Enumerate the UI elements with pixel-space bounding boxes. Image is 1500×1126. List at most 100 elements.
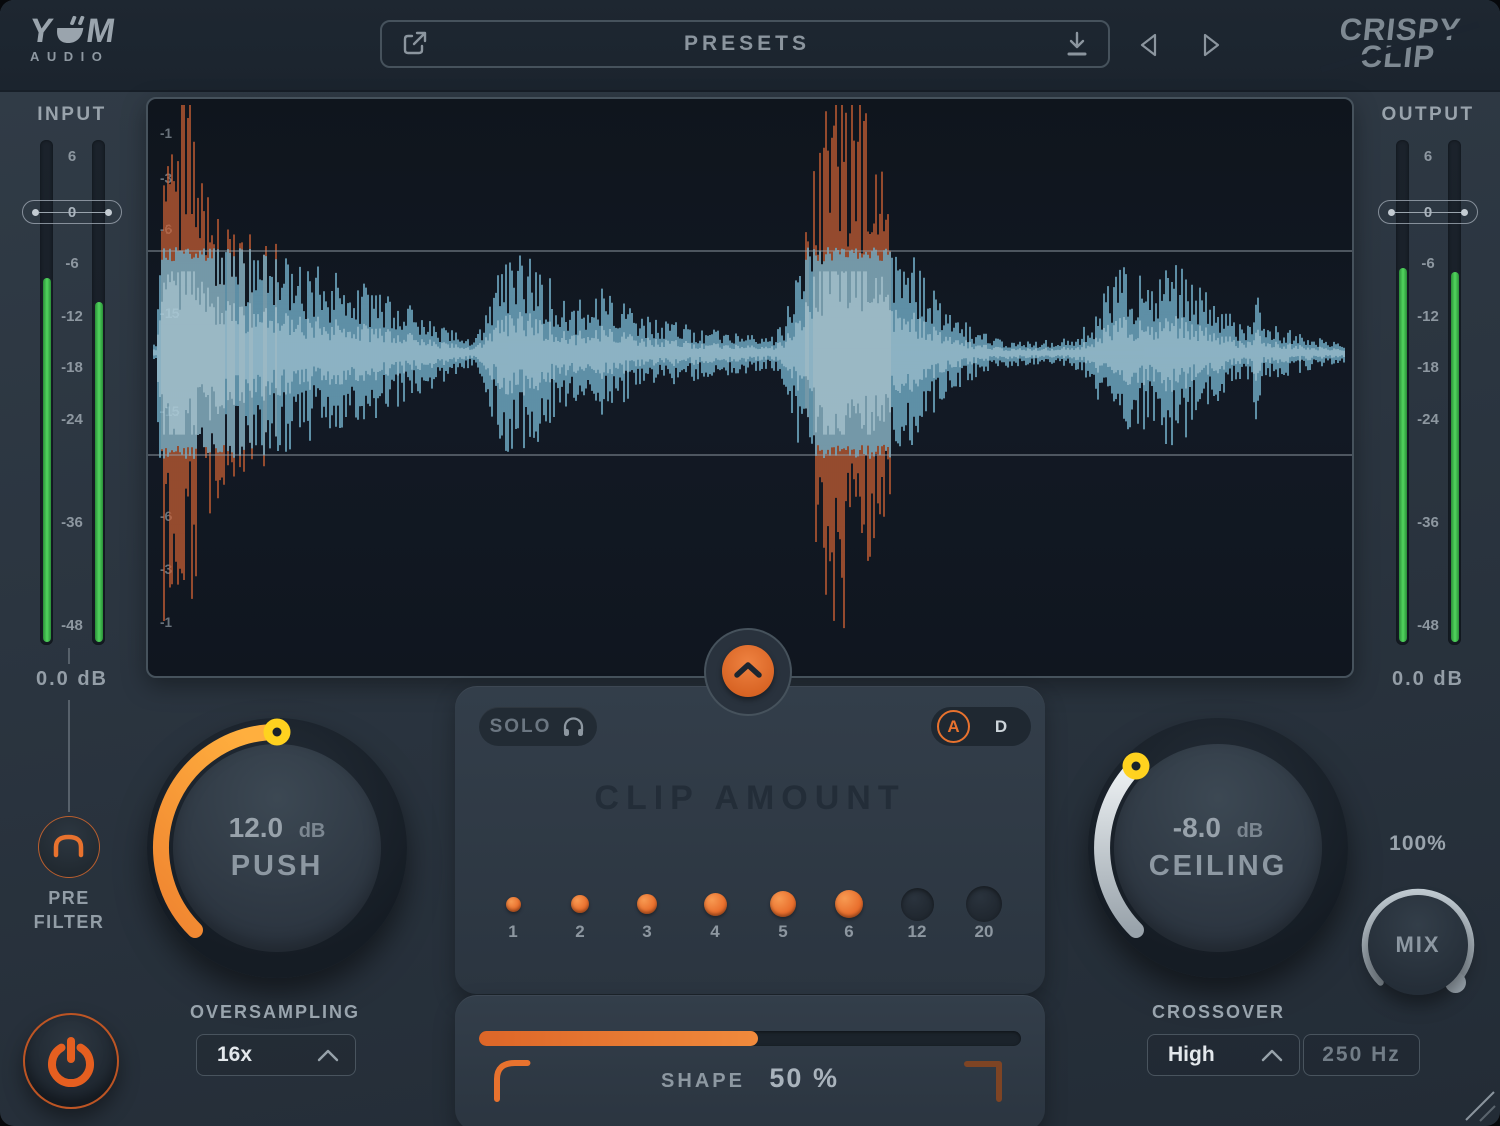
preset-bar-label[interactable]: PRESETS: [430, 32, 1064, 56]
shape-label: SHAPE: [661, 1070, 745, 1092]
crossover-freq-value: 250 Hz: [1322, 1043, 1401, 1067]
clip-step-2[interactable]: [571, 895, 589, 913]
output-meter: 0 6-6-12-18-24-36-48: [1378, 140, 1478, 645]
crossover-band-dropdown[interactable]: High: [1147, 1034, 1300, 1076]
shape-panel: SHAPE 50 %: [455, 995, 1045, 1126]
output-gain-slider[interactable]: 0: [1378, 200, 1478, 224]
meter-tick: -36: [22, 514, 122, 531]
solo-label: SOLO: [490, 716, 552, 738]
oversampling-dropdown[interactable]: 16x: [196, 1034, 356, 1076]
ceiling-knob-arc: [1088, 718, 1348, 978]
power-icon: [43, 1033, 99, 1089]
input-level-right: [95, 302, 103, 642]
share-preset-icon[interactable]: [400, 29, 430, 59]
oversampling-value: 16x: [217, 1043, 252, 1067]
output-meter-label: OUTPUT: [1358, 104, 1498, 126]
crossover-label: CROSSOVER: [1152, 1002, 1285, 1023]
meter-tick: -18: [1378, 359, 1478, 376]
waveform-graphic: [148, 99, 1352, 676]
pre-filter-label: PRE: [2, 888, 136, 909]
input-connector-line: [68, 648, 70, 664]
input-gain-zero: 0: [23, 204, 121, 221]
mix-knob[interactable]: MIX: [1358, 885, 1478, 1005]
input-level-left: [43, 278, 51, 642]
pre-filter-label: FILTER: [2, 912, 136, 933]
push-unit: dB: [299, 820, 326, 842]
push-label: PUSH: [147, 850, 407, 883]
mode-a-button[interactable]: A: [937, 710, 970, 743]
ceiling-knob[interactable]: -8.0 dB CEILING: [1088, 718, 1348, 978]
meter-tick: -48: [22, 617, 122, 634]
meter-tick: -24: [22, 411, 122, 428]
clip-step-5[interactable]: [770, 891, 796, 917]
pre-filter-button[interactable]: [38, 816, 100, 878]
waveform-display: -1-3-6-15-15-6-3-1: [146, 97, 1354, 678]
mix-label: MIX: [1358, 932, 1478, 958]
shape-value[interactable]: 50 %: [769, 1063, 839, 1093]
clip-step-20[interactable]: [966, 886, 1002, 922]
clip-step-4[interactable]: [704, 893, 727, 916]
crossover-band-value: High: [1168, 1043, 1215, 1067]
input-meter: 0 6-6-12-18-24-36-48: [22, 140, 122, 645]
clip-step-label: 5: [763, 922, 803, 942]
input-connector-line: [68, 700, 70, 812]
previous-preset-button[interactable]: [1135, 30, 1163, 60]
mix-readout[interactable]: 100%: [1358, 832, 1478, 856]
brand-letter: M: [84, 16, 117, 46]
output-level-right: [1451, 272, 1459, 642]
meter-tick: -48: [1378, 617, 1478, 634]
push-value[interactable]: 12.0: [229, 812, 284, 843]
ceiling-label: CEILING: [1088, 850, 1348, 883]
clip-step-label: 1: [493, 922, 533, 942]
meter-tick: 6: [1378, 148, 1478, 165]
clip-step-6[interactable]: [835, 890, 863, 918]
chevron-up-icon: [1261, 1049, 1283, 1062]
crossover-freq-field[interactable]: 250 Hz: [1303, 1034, 1420, 1076]
output-trim-readout[interactable]: 0.0 dB: [1358, 668, 1498, 691]
chevron-up-icon: [722, 645, 774, 697]
oversampling-label: OVERSAMPLING: [160, 1002, 390, 1023]
input-gain-slider[interactable]: 0: [22, 200, 122, 224]
meter-tick: -6: [22, 255, 122, 272]
clip-step-label: 2: [560, 922, 600, 942]
output-gain-zero: 0: [1379, 204, 1477, 221]
meter-tick: 6: [22, 148, 122, 165]
plugin-window: Y M AUDIO PRESETS: [0, 0, 1500, 1126]
brand-sub: AUDIO: [30, 49, 115, 64]
meter-tick: -36: [1378, 514, 1478, 531]
input-meter-label: INPUT: [2, 104, 142, 126]
meter-tick: -12: [22, 308, 122, 325]
top-bar: Y M AUDIO PRESETS: [0, 0, 1500, 92]
solo-button[interactable]: SOLO: [479, 707, 597, 746]
clip-step-3[interactable]: [637, 894, 657, 914]
next-preset-button[interactable]: [1197, 30, 1225, 60]
expand-panel-button[interactable]: [722, 645, 774, 697]
clip-threshold-line: [148, 250, 1352, 251]
clip-step-label: 3: [627, 922, 667, 942]
clip-step-label: 20: [964, 922, 1004, 942]
preset-bar[interactable]: PRESETS: [380, 20, 1110, 68]
save-preset-icon[interactable]: [1064, 29, 1090, 59]
filter-curve-icon: [39, 817, 98, 876]
push-knob[interactable]: 12.0 dB PUSH: [147, 718, 407, 978]
resize-handle[interactable]: [1462, 1088, 1496, 1122]
shape-slider-fill: [479, 1031, 758, 1046]
headphones-icon: [561, 715, 586, 739]
input-trim-readout[interactable]: 0.0 dB: [2, 668, 142, 691]
mode-d-button[interactable]: D: [991, 717, 1011, 737]
clip-step-12[interactable]: [901, 888, 934, 921]
clip-step-label: 6: [829, 922, 869, 942]
shape-slider[interactable]: [479, 1031, 1021, 1046]
power-button[interactable]: [23, 1013, 119, 1109]
mode-toggle[interactable]: A D: [931, 707, 1031, 746]
brand-logo: Y M AUDIO: [30, 14, 115, 64]
push-knob-arc: [147, 718, 407, 978]
clip-amount-title: CLIP AMOUNT: [455, 779, 1045, 818]
meter-tick: -24: [1378, 411, 1478, 428]
ceiling-unit: dB: [1237, 820, 1264, 842]
meter-tick: -12: [1378, 308, 1478, 325]
chevron-up-icon: [317, 1049, 339, 1062]
clip-step-1[interactable]: [506, 897, 521, 912]
ceiling-value[interactable]: -8.0: [1173, 812, 1221, 843]
clip-step-label: 4: [695, 922, 735, 942]
